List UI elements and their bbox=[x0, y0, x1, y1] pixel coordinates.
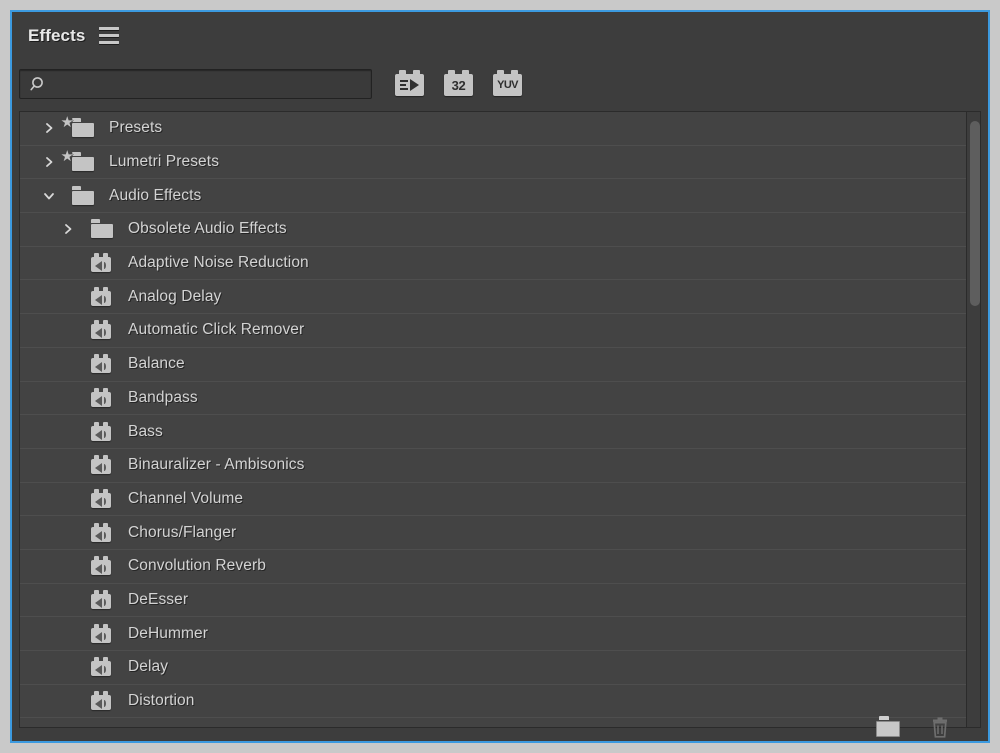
tree-row[interactable]: Delay bbox=[20, 651, 980, 685]
search-input[interactable] bbox=[56, 70, 368, 98]
tree-row[interactable]: Bandpass bbox=[20, 382, 980, 416]
32-bit-color-filter[interactable]: 32 bbox=[444, 69, 473, 98]
tree-row[interactable]: Balance bbox=[20, 348, 980, 382]
tree-row-label: Bass bbox=[128, 423, 163, 441]
tree-row-label: DeEsser bbox=[128, 591, 188, 609]
tree-row[interactable]: Binauralizer - Ambisonics bbox=[20, 449, 980, 483]
tree-row[interactable]: Automatic Click Remover bbox=[20, 314, 980, 348]
disclosure-collapsed-icon[interactable] bbox=[41, 120, 57, 136]
tree-row[interactable]: DeHummer bbox=[20, 617, 980, 651]
tree-row-label: Bandpass bbox=[128, 389, 198, 407]
effects-panel: Effects bbox=[10, 10, 990, 743]
tree-row[interactable]: Obsolete Audio Effects bbox=[20, 213, 980, 247]
trash-icon bbox=[928, 716, 952, 740]
yuv-badge-icon: YUV bbox=[493, 74, 522, 96]
32-bit-color-badge-icon: 32 bbox=[444, 74, 473, 96]
delete-custom-item-button[interactable] bbox=[928, 716, 952, 738]
play-triangle bbox=[410, 79, 419, 91]
disclosure-collapsed-icon[interactable] bbox=[41, 154, 57, 170]
new-bin-folder-icon bbox=[876, 721, 900, 737]
vertical-scrollbar[interactable] bbox=[966, 112, 980, 727]
tree-row-label: Channel Volume bbox=[128, 490, 243, 508]
search-toolbar: 32 YUV bbox=[12, 59, 988, 108]
tree-row-label: Balance bbox=[128, 355, 185, 373]
tree-row-label: Binauralizer - Ambisonics bbox=[128, 456, 305, 474]
tree-row[interactable]: Chorus/Flanger bbox=[20, 516, 980, 550]
accelerated-effect-badge-icon bbox=[395, 74, 424, 96]
tree-row-label: Presets bbox=[109, 119, 162, 137]
tree-row[interactable]: ★Lumetri Presets bbox=[20, 146, 980, 180]
new-custom-bin-button[interactable] bbox=[876, 716, 900, 738]
effects-tree: ★Presets★Lumetri Presets Audio Effects Obs… bbox=[20, 112, 980, 718]
panel-bottom-toolbar bbox=[12, 713, 988, 741]
scrollbar-thumb[interactable] bbox=[970, 121, 980, 306]
tree-row[interactable]: Audio Effects bbox=[20, 179, 980, 213]
effect-filter-buttons: 32 YUV bbox=[395, 69, 522, 98]
accelerated-effects-filter[interactable] bbox=[395, 69, 424, 98]
tree-row-label: Audio Effects bbox=[109, 187, 201, 205]
tree-row-label: Adaptive Noise Reduction bbox=[128, 254, 309, 272]
tree-row[interactable]: ★Presets bbox=[20, 112, 980, 146]
new-bin-folder-icon-tab bbox=[879, 716, 889, 720]
tree-row-label: Delay bbox=[128, 658, 168, 676]
panel-title-bar: Effects bbox=[12, 12, 988, 59]
page-title: Effects bbox=[28, 26, 85, 46]
disclosure-expanded-icon[interactable] bbox=[41, 188, 57, 204]
menu-line-3 bbox=[99, 41, 119, 44]
effects-tree-scroll-area[interactable]: ★Presets★Lumetri Presets Audio Effects Obs… bbox=[19, 111, 981, 728]
desktop-background: Effects bbox=[0, 0, 1000, 753]
tree-row[interactable]: Convolution Reverb bbox=[20, 550, 980, 584]
tree-row-label: Convolution Reverb bbox=[128, 557, 266, 575]
tree-row[interactable]: Bass bbox=[20, 415, 980, 449]
tree-row-label: Lumetri Presets bbox=[109, 153, 219, 171]
tree-row-label: Analog Delay bbox=[128, 288, 221, 306]
hamburger-menu-icon[interactable] bbox=[99, 27, 119, 44]
tree-row[interactable]: Adaptive Noise Reduction bbox=[20, 247, 980, 281]
tree-row-label: DeHummer bbox=[128, 625, 208, 643]
tree-row-label: Distortion bbox=[128, 692, 194, 710]
menu-line-2 bbox=[99, 34, 119, 37]
tree-row[interactable]: DeEsser bbox=[20, 584, 980, 618]
tree-row-label: Obsolete Audio Effects bbox=[128, 220, 287, 238]
search-field[interactable] bbox=[19, 69, 372, 99]
tree-row[interactable]: Analog Delay bbox=[20, 280, 980, 314]
tree-row-label: Automatic Click Remover bbox=[128, 321, 304, 339]
menu-line-1 bbox=[99, 27, 119, 30]
tree-row[interactable]: Channel Volume bbox=[20, 483, 980, 517]
search-icon bbox=[30, 76, 48, 99]
yuv-color-filter[interactable]: YUV bbox=[493, 69, 522, 98]
tree-row-label: Chorus/Flanger bbox=[128, 524, 236, 542]
speed-lines bbox=[400, 80, 408, 90]
disclosure-collapsed-icon[interactable] bbox=[60, 221, 76, 237]
